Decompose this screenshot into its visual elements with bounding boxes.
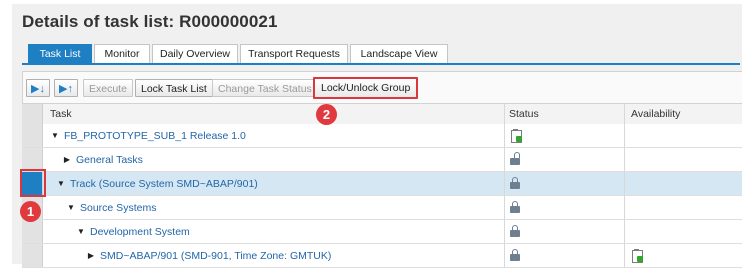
row-selector[interactable] — [22, 124, 43, 147]
sort-ascending-icon: ▶↓ — [31, 83, 45, 95]
table-row-selected[interactable]: ▼ Track (Source System SMD~ABAP/901) — [22, 172, 742, 196]
column-header-status[interactable]: Status — [509, 104, 539, 124]
table-row[interactable]: ▼ Development System — [22, 220, 742, 244]
task-name[interactable]: FB_PROTOTYPE_SUB_1 Release 1.0 — [64, 130, 246, 142]
collapse-arrow-icon[interactable]: ▼ — [50, 131, 60, 140]
lock-icon — [510, 249, 522, 262]
tab-daily-overview[interactable]: Daily Overview — [152, 44, 238, 64]
execute-button[interactable]: Execute — [83, 79, 133, 97]
lock-unlock-group-button[interactable]: Lock/Unlock Group — [313, 77, 419, 99]
column-header-task[interactable]: Task — [50, 104, 72, 124]
lock-task-list-button[interactable]: Lock Task List — [135, 79, 213, 97]
callout-badge-1: 1 — [20, 201, 41, 222]
page-title: Details of task list: R000000021 — [22, 12, 278, 31]
task-name[interactable]: Track (Source System SMD~ABAP/901) — [70, 178, 258, 190]
expand-arrow-icon[interactable]: ▶ — [62, 155, 72, 164]
tab-landscape-view[interactable]: Landscape View — [350, 44, 448, 64]
row-selector[interactable] — [22, 220, 43, 243]
row-selector-highlight — [20, 169, 46, 197]
sort-ascending-button[interactable]: ▶↓ — [26, 79, 50, 97]
table-row[interactable]: ▶ SMD~ABAP/901 (SMD-901, Time Zone: GMTU… — [22, 244, 742, 268]
column-header-availability[interactable]: Availability — [631, 104, 680, 124]
collapse-arrow-icon[interactable]: ▼ — [76, 227, 86, 236]
select-all-cell[interactable] — [22, 104, 43, 124]
lock-icon — [510, 225, 522, 238]
unlocked-icon — [510, 152, 522, 166]
callout-badge-2: 2 — [316, 104, 337, 125]
table-header: Task Status Availability — [22, 103, 742, 125]
change-task-status-button[interactable]: Change Task Status — [212, 79, 318, 97]
table-row[interactable]: ▼ FB_PROTOTYPE_SUB_1 Release 1.0 — [22, 124, 742, 148]
collapse-arrow-icon[interactable]: ▼ — [56, 179, 66, 188]
task-name[interactable]: General Tasks — [76, 154, 143, 166]
tab-transport-requests[interactable]: Transport Requests — [240, 44, 348, 64]
task-name[interactable]: Development System — [90, 226, 190, 238]
tab-task-list[interactable]: Task List — [28, 44, 92, 64]
available-status-icon — [631, 249, 644, 263]
clipboard-status-icon — [510, 129, 523, 143]
lock-icon — [510, 177, 522, 190]
table-row[interactable]: ▼ Source Systems — [22, 196, 742, 220]
tab-monitor[interactable]: Monitor — [94, 44, 150, 64]
lock-icon — [510, 201, 522, 214]
expand-arrow-icon[interactable]: ▶ — [86, 251, 96, 260]
tab-underline — [22, 63, 740, 65]
collapse-arrow-icon[interactable]: ▼ — [66, 203, 76, 212]
row-selector[interactable] — [22, 148, 43, 171]
sort-descending-icon: ▶↑ — [59, 83, 73, 95]
task-name[interactable]: SMD~ABAP/901 (SMD-901, Time Zone: GMTUK) — [100, 250, 331, 262]
table-row[interactable]: ▶ General Tasks — [22, 148, 742, 172]
sort-descending-button[interactable]: ▶↑ — [54, 79, 78, 97]
task-name[interactable]: Source Systems — [80, 202, 156, 214]
